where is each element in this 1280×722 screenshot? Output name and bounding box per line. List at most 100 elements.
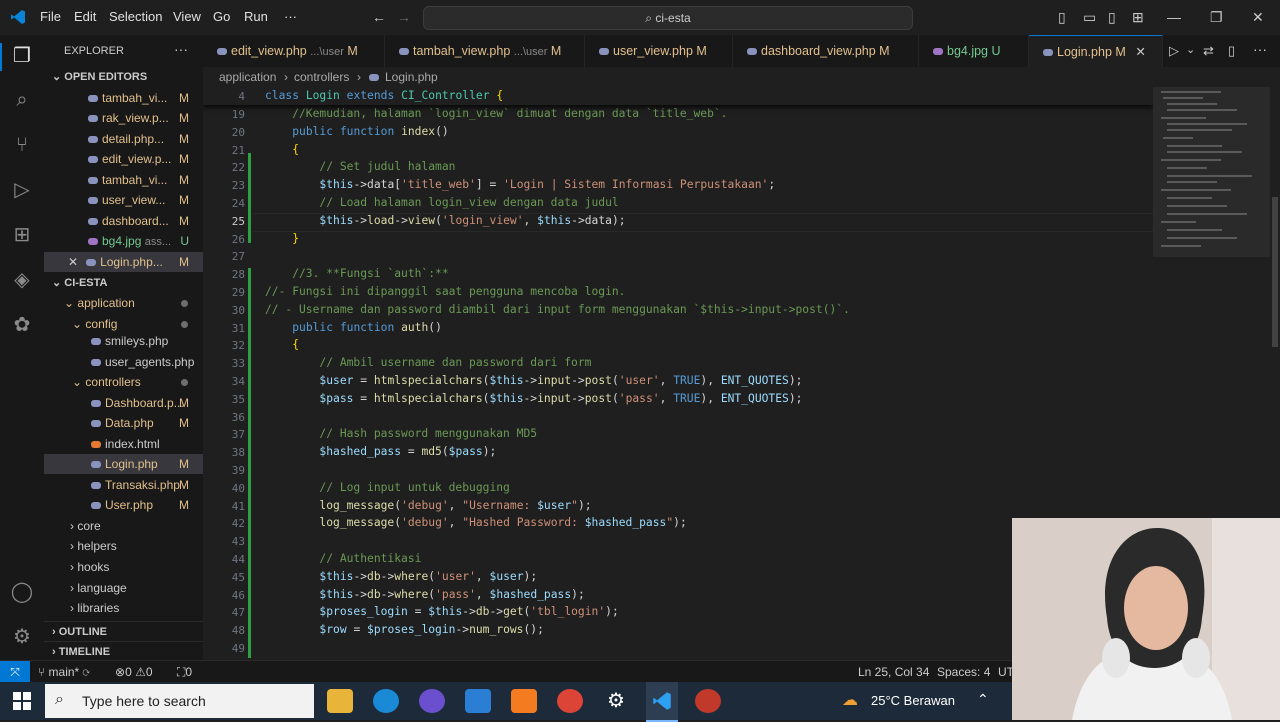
toggle-sidebar-icon[interactable]: ▯ (1058, 9, 1066, 26)
close-icon[interactable]: ✕ (1252, 9, 1264, 26)
timeline-header[interactable]: › TIMELINE (44, 641, 203, 662)
tree-folder[interactable]: › libraries (44, 598, 203, 618)
command-center[interactable]: ⌕ ci-esta (423, 6, 913, 30)
vscode-taskbar-icon[interactable] (646, 682, 678, 722)
explorer-icon[interactable]: ❐ (10, 44, 34, 68)
breadcrumb-item[interactable]: controllers (294, 67, 349, 87)
media-app-icon[interactable] (419, 689, 445, 713)
tab-edit-view[interactable]: edit_view.php ...\user M (203, 35, 385, 67)
toggle-panel-icon[interactable]: ▭ (1083, 9, 1096, 26)
menu-selection[interactable]: Selection (109, 9, 162, 24)
menu-go[interactable]: Go (213, 9, 230, 24)
more-actions-icon[interactable]: ··· (1253, 41, 1267, 57)
tree-folder[interactable]: › core (44, 516, 203, 536)
run-debug-icon[interactable]: ▷ (10, 178, 34, 202)
open-editor-item[interactable]: bg4.jpg ass... U (44, 231, 203, 251)
remote-icon[interactable]: ⤧ (0, 661, 30, 683)
open-editor-item[interactable]: detail.php... M (44, 129, 203, 149)
scrollbar-thumb[interactable] (1272, 197, 1278, 347)
docker-icon[interactable]: ◈ (10, 268, 34, 292)
tree-file[interactable]: smileys.php (44, 331, 203, 351)
open-editor-item[interactable]: rak_view.p... M (44, 108, 203, 128)
toggle-secondary-sidebar-icon[interactable]: ▯ (1108, 9, 1116, 26)
forward-arrow-icon[interactable]: → (397, 9, 411, 25)
copilot-icon[interactable]: ✿ (10, 313, 34, 337)
search-icon[interactable]: ⌕ (10, 88, 34, 112)
tree-folder[interactable]: › helpers (44, 536, 203, 556)
menu-view[interactable]: View (173, 9, 201, 24)
taskbar-search[interactable]: ⌕ Type here to search (45, 684, 314, 718)
tree-folder[interactable]: › language (44, 578, 203, 598)
open-editor-item[interactable]: tambah_vi... M (44, 170, 203, 190)
project-header[interactable]: ⌄ CI-ESTA (44, 273, 203, 293)
tree-label: index.html (105, 437, 160, 451)
close-icon[interactable]: ✕ (68, 255, 78, 269)
line-number: 45 (231, 570, 245, 584)
xampp-icon[interactable] (511, 689, 537, 713)
layout-icon[interactable]: ⊞ (1132, 9, 1144, 26)
branch-status[interactable]: ⑂ main* ⟳ (38, 661, 90, 683)
tree-file[interactable]: Transaksi.php M (44, 475, 203, 495)
tab-login-php[interactable]: Login.php M ✕ (1029, 35, 1163, 67)
tree-file[interactable]: Data.php M (44, 413, 203, 433)
tree-folder[interactable]: ⌄ application (44, 293, 203, 313)
weather-text[interactable]: 25°C Berawan (871, 693, 955, 708)
cursor-position[interactable]: Ln 25, Col 34 (858, 661, 929, 683)
open-editors-header[interactable]: ⌄ OPEN EDITORS (44, 67, 203, 87)
tab-tambah-view[interactable]: tambah_view.php ...\user M (385, 35, 585, 67)
tab-bg4-jpg[interactable]: bg4.jpg U (919, 35, 1029, 67)
run-icon[interactable]: ▷ (1169, 43, 1179, 59)
open-editor-item[interactable]: dashboard... M (44, 211, 203, 231)
breadcrumb-item[interactable]: Login.php (385, 67, 438, 87)
edge-icon[interactable] (373, 689, 399, 713)
source-control-icon[interactable]: ⑂ (10, 133, 34, 157)
file-status: M (179, 498, 189, 512)
problems-status[interactable]: ⊗0 ⚠0 (115, 661, 153, 683)
settings-gear-icon[interactable]: ⚙ (10, 625, 34, 649)
back-arrow-icon[interactable]: ← (372, 9, 386, 25)
tree-file[interactable]: index.html (44, 434, 203, 454)
tree-label: Transaksi.php (105, 478, 180, 492)
minimize-icon[interactable]: — (1167, 9, 1181, 25)
tab-user-view[interactable]: user_view.php M (585, 35, 733, 67)
tree-file[interactable]: Dashboard.p... M (44, 393, 203, 413)
restore-icon[interactable]: ❐ (1210, 9, 1223, 26)
tree-file-active[interactable]: Login.php M (44, 454, 203, 474)
tree-file[interactable]: user_agents.php (44, 352, 203, 372)
windows-start-icon[interactable] (12, 691, 32, 711)
menu-more[interactable]: ··· (284, 9, 297, 24)
line-number: 47 (231, 606, 245, 620)
tree-folder[interactable]: ⌄ controllers (44, 372, 203, 392)
chevron-down-icon[interactable]: ⌄ (1186, 43, 1195, 56)
screen-recorder-icon[interactable] (695, 689, 721, 713)
open-editor-item[interactable]: tambah_vi... M (44, 88, 203, 108)
code-line: // - Username dan password diambil dari … (265, 302, 850, 316)
breadcrumb-item[interactable]: application (219, 67, 276, 87)
sticky-scroll[interactable]: 4 class Login extends CI_Controller { (203, 87, 1153, 105)
menu-edit[interactable]: Edit (74, 9, 96, 24)
tree-file[interactable]: User.php M (44, 495, 203, 515)
extensions-icon[interactable]: ⊞ (10, 223, 34, 247)
compare-icon[interactable]: ⇄ (1203, 43, 1214, 59)
chrome-icon[interactable] (557, 689, 583, 713)
ports-status[interactable]: ⛶0 (177, 661, 192, 683)
tray-chevron-up-icon[interactable]: ⌃ (977, 691, 989, 708)
open-editor-item[interactable]: edit_view.p... M (44, 149, 203, 169)
open-editor-item[interactable]: user_view... M (44, 190, 203, 210)
menu-file[interactable]: File (40, 9, 61, 24)
close-tab-icon[interactable]: ✕ (1135, 45, 1145, 59)
settings-gear-icon[interactable]: ⚙ (603, 689, 629, 713)
open-editor-item-active[interactable]: ✕ Login.php... M (44, 252, 203, 272)
indentation-status[interactable]: Spaces: 4 (937, 661, 990, 683)
menu-run[interactable]: Run (244, 9, 268, 24)
mail-icon[interactable] (465, 689, 491, 713)
file-explorer-icon[interactable] (327, 689, 353, 713)
tab-dashboard-view[interactable]: dashboard_view.php M (733, 35, 919, 67)
tree-folder[interactable]: › hooks (44, 557, 203, 577)
more-actions-icon[interactable]: ··· (174, 41, 188, 57)
minimap-slider[interactable] (1153, 87, 1270, 257)
account-icon[interactable]: ◯ (10, 580, 34, 604)
outline-header[interactable]: › OUTLINE (44, 621, 203, 642)
split-editor-icon[interactable]: ▯ (1228, 43, 1235, 59)
code-editor[interactable]: 4 class Login extends CI_Controller { 19… (203, 87, 1153, 660)
